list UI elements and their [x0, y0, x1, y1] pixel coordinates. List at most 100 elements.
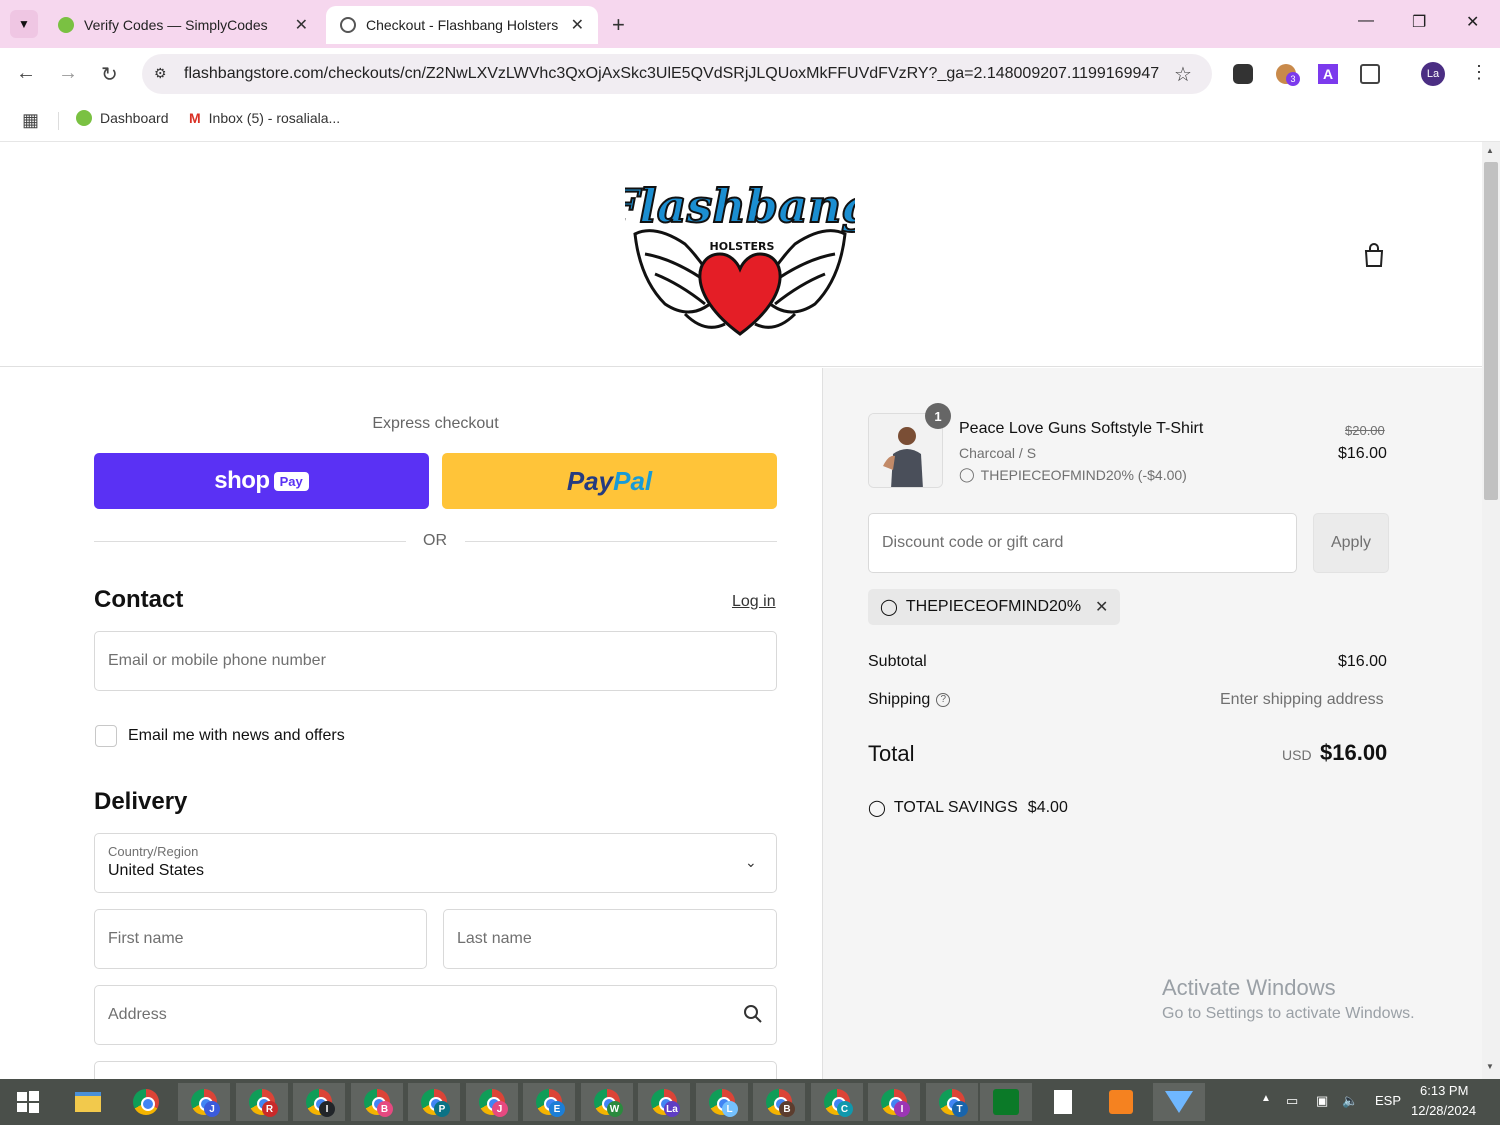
power-icon[interactable]: ▣	[1316, 1093, 1328, 1109]
chrome-profile-button[interactable]: La	[638, 1083, 690, 1121]
close-icon[interactable]: ✕	[571, 15, 584, 35]
chrome-profile-button[interactable]: R	[235, 1083, 288, 1121]
shoppay-pill: Pay	[273, 471, 309, 491]
chrome-profile-button[interactable]: J	[465, 1083, 518, 1121]
chrome-profile-button[interactable]: P	[408, 1083, 460, 1121]
start-button[interactable]	[2, 1083, 54, 1121]
tab-simplycodes[interactable]: Verify Codes — SimplyCodes ✕	[44, 6, 322, 44]
apps-grid-icon[interactable]: ▦	[22, 110, 39, 131]
bookmark-divider	[58, 112, 59, 130]
bookmark-dashboard[interactable]: Dashboard	[76, 110, 169, 126]
tag-icon: ◯	[959, 466, 975, 482]
savings-label: TOTAL SAVINGS	[893, 799, 1018, 816]
chrome-profile-button[interactable]: I	[868, 1083, 920, 1121]
chrome-button[interactable]	[120, 1083, 172, 1121]
paypal-wordmark-a: Pay	[566, 465, 614, 496]
tab-checkout[interactable]: Checkout - Flashbang Holsters ✕	[326, 6, 598, 44]
help-icon[interactable]: ?	[936, 693, 951, 707]
email-field[interactable]: Email or mobile phone number	[94, 631, 777, 691]
star-icon[interactable]: ☆	[1174, 62, 1192, 87]
taskbar-vpn[interactable]	[1153, 1083, 1205, 1121]
extensions-puzzle-icon[interactable]	[1360, 64, 1380, 84]
shopping-bag-icon[interactable]	[1362, 242, 1386, 268]
clock-time[interactable]: 6:13 PM	[1420, 1083, 1468, 1098]
remove-code-icon[interactable]: ✕	[1095, 597, 1108, 617]
contact-heading: Contact	[94, 586, 184, 613]
close-icon[interactable]: ✕	[295, 15, 308, 35]
tray-overflow-icon[interactable]: ▲	[1261, 1093, 1271, 1104]
scroll-down-arrow[interactable]: ▼	[1486, 1062, 1494, 1071]
chrome-profile-button[interactable]: T	[925, 1083, 978, 1121]
chrome-profile-button[interactable]: I	[293, 1083, 345, 1121]
scrollbar-thumb[interactable]	[1484, 162, 1498, 500]
discount-code-input[interactable]: Discount code or gift card	[868, 513, 1297, 573]
taskbar-sublime[interactable]	[1095, 1083, 1147, 1121]
minimize-button[interactable]: —	[1358, 12, 1374, 30]
taskbar-notepad[interactable]	[1037, 1083, 1089, 1121]
watermark-line-1: Activate Windows	[1162, 975, 1336, 1000]
clock-date[interactable]: 12/28/2024	[1411, 1103, 1476, 1118]
tab-title: Verify Codes — SimplyCodes	[84, 17, 268, 33]
forward-button[interactable]: →	[58, 62, 78, 85]
arrow-left-icon: ←	[16, 62, 36, 84]
search-icon	[743, 1004, 763, 1029]
chrome-profile-button[interactable]: L	[695, 1083, 748, 1121]
profile-badge: P	[434, 1101, 450, 1117]
email-placeholder: Email or mobile phone number	[108, 652, 326, 669]
paypal-button[interactable]: Pay Pal	[442, 453, 777, 509]
apply-button[interactable]: Apply	[1313, 513, 1389, 573]
bookmark-inbox[interactable]: M Inbox (5) - rosaliala...	[189, 110, 340, 126]
chrome-profile-button[interactable]: B	[350, 1083, 403, 1121]
last-name-field[interactable]: Last name	[443, 909, 777, 969]
tags-icon: ◯	[868, 800, 886, 817]
chrome-profile-button[interactable]: B	[753, 1083, 805, 1121]
flashbang-logo[interactable]: Flashbang HOLSTERS	[604, 164, 874, 344]
shop-pay-button[interactable]: shop Pay	[94, 453, 429, 509]
applied-discount-chip: ◯ THEPIECEOFMIND20% ✕	[868, 589, 1121, 625]
tab-search-button[interactable]: ▼	[10, 10, 38, 38]
file-icon	[1054, 1090, 1072, 1114]
url-text[interactable]: flashbangstore.com/checkouts/cn/Z2NwLXVz…	[184, 65, 1159, 83]
first-name-placeholder: First name	[108, 930, 184, 947]
chrome-profile-button[interactable]: J	[178, 1083, 230, 1121]
menu-kebab-icon[interactable]: ⋮	[1470, 62, 1488, 83]
address-bar[interactable]: ⚙ flashbangstore.com/checkouts/cn/Z2NwLX…	[142, 54, 1212, 94]
reload-button[interactable]: ↻	[101, 62, 118, 87]
restore-button[interactable]: ❐	[1412, 12, 1426, 32]
address-field[interactable]: Address	[94, 985, 777, 1045]
item-price: $16.00	[1338, 445, 1387, 462]
language-indicator[interactable]: ESP	[1375, 1093, 1401, 1108]
windows-icon	[17, 1091, 39, 1113]
shipping-value: Enter shipping address	[1220, 691, 1384, 708]
newsletter-checkbox[interactable]	[95, 725, 117, 747]
chrome-profile-button[interactable]: C	[810, 1083, 863, 1121]
file-explorer-button[interactable]	[62, 1083, 114, 1121]
back-button[interactable]: ←	[16, 62, 36, 85]
vpn-icon	[1165, 1091, 1193, 1113]
extension-robot-icon[interactable]	[1233, 64, 1253, 84]
bookmarks-bar: ▦ Dashboard M Inbox (5) - rosaliala...	[0, 100, 1500, 142]
country-select[interactable]: Country/Region United States ⌄	[94, 833, 777, 893]
chrome-profile-button[interactable]: W	[580, 1083, 633, 1121]
new-tab-button[interactable]: +	[612, 12, 625, 38]
extension-a-icon[interactable]: A	[1318, 64, 1338, 84]
close-window-button[interactable]: ✕	[1466, 12, 1479, 32]
extension-cookie-icon[interactable]: 3	[1276, 64, 1300, 86]
profile-avatar[interactable]: La	[1421, 62, 1445, 86]
profile-badge: J	[491, 1101, 508, 1117]
login-link[interactable]: Log in	[732, 593, 776, 611]
store-header: Flashbang HOLSTERS	[0, 142, 1482, 367]
scroll-up-arrow[interactable]: ▲	[1486, 146, 1494, 155]
volume-muted-icon[interactable]: 🔈	[1342, 1093, 1358, 1109]
total-savings: ◯ TOTAL SAVINGS $4.00	[868, 798, 1068, 818]
network-icon[interactable]: ▭	[1286, 1093, 1298, 1109]
delivery-heading: Delivery	[94, 788, 188, 815]
chrome-profile-button[interactable]: E	[523, 1083, 575, 1121]
taskbar-app-green[interactable]	[980, 1083, 1032, 1121]
site-settings-icon[interactable]: ⚙	[154, 65, 167, 82]
tab-title: Checkout - Flashbang Holsters	[366, 17, 559, 33]
gmail-icon: M	[189, 110, 201, 126]
watermark-line-2: Go to Settings to activate Windows.	[1162, 1005, 1415, 1022]
apartment-field[interactable]	[94, 1061, 777, 1079]
first-name-field[interactable]: First name	[94, 909, 427, 969]
